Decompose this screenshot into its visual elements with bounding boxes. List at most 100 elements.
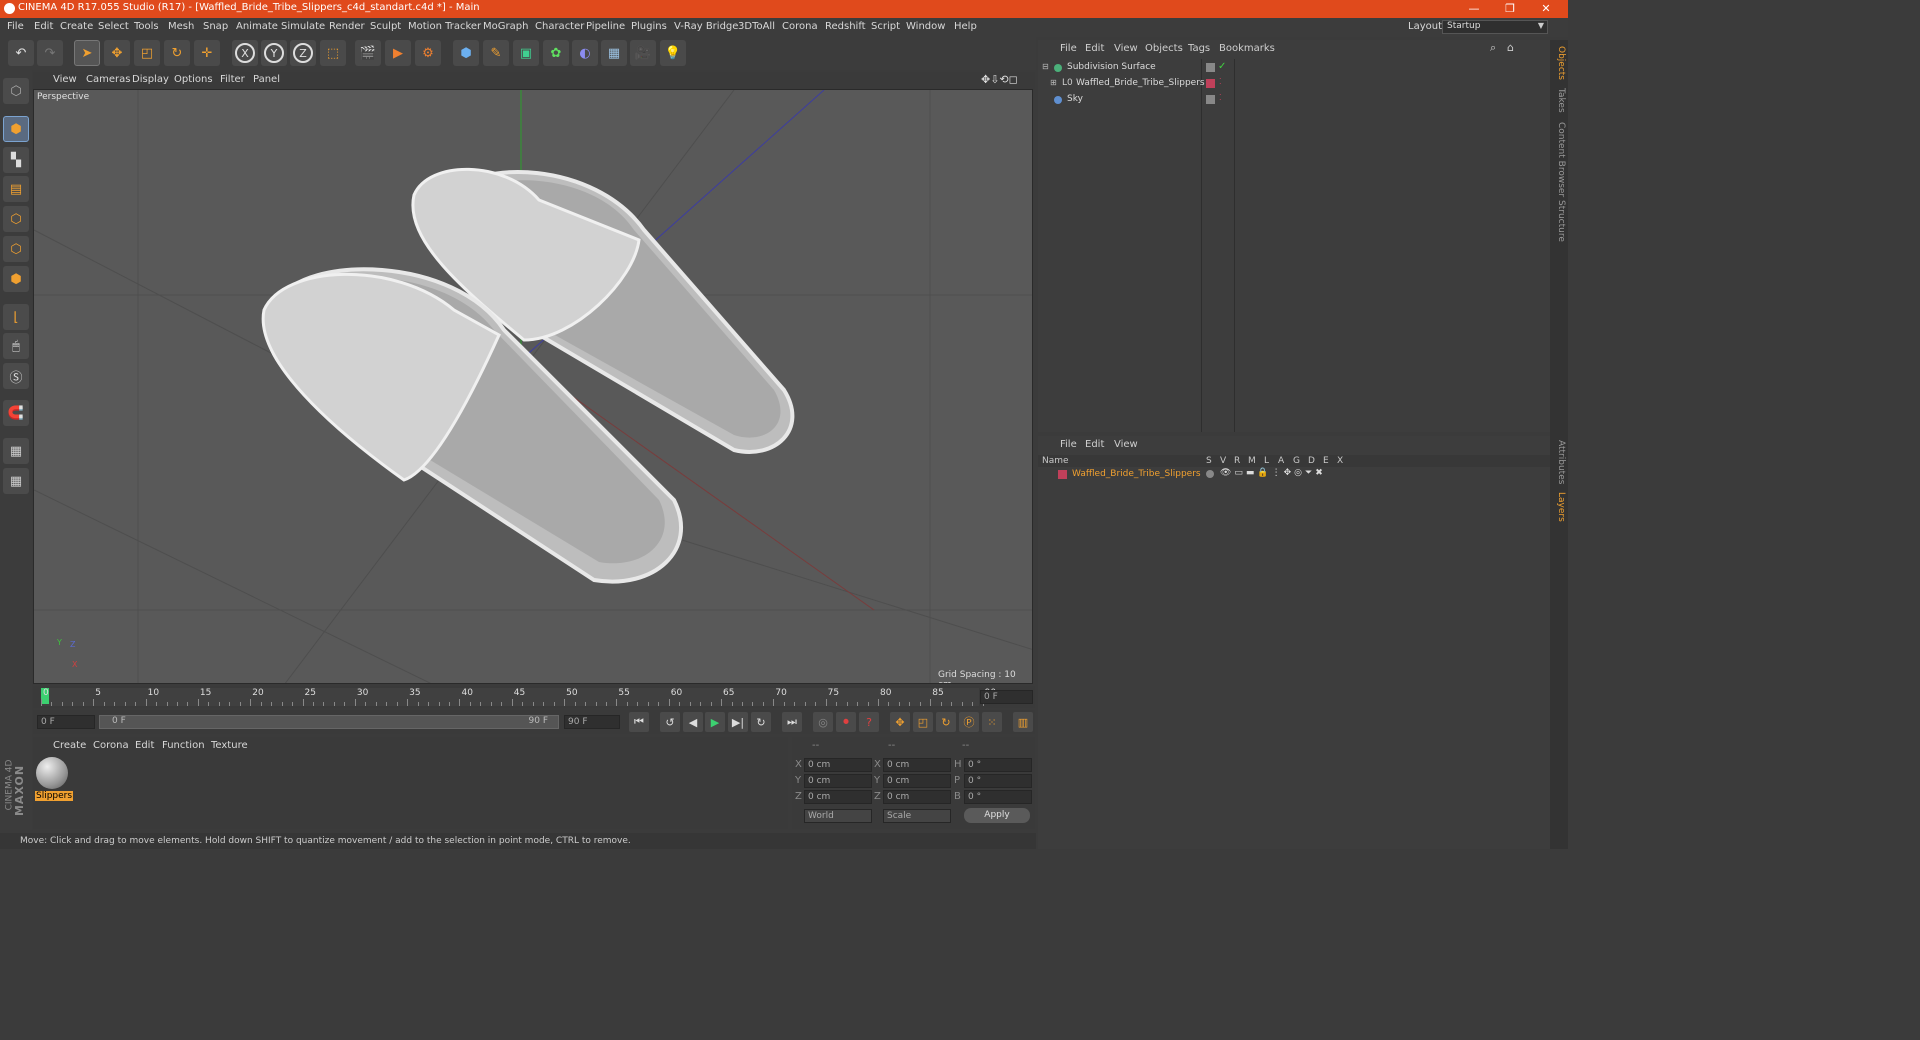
key-scale-icon[interactable]: ◰ [913, 712, 933, 732]
x-axis-icon[interactable]: X [232, 40, 258, 66]
obj-menu-file[interactable]: File [1060, 43, 1077, 54]
minimize-button[interactable]: — [1454, 0, 1494, 18]
subdivision-nurbs-icon[interactable]: ▣ [513, 40, 539, 66]
frame-range-slider[interactable]: 0 F 90 F [99, 715, 559, 729]
layer-row[interactable]: Waffled_Bride_Tribe_Slippers 👁▭▬🔒⋮✥◎⏷✖ [1038, 468, 1550, 484]
tab-structure[interactable]: Structure [1552, 200, 1566, 242]
coord-mode-select[interactable]: World [804, 809, 872, 823]
apply-button[interactable]: Apply [964, 808, 1030, 823]
y-axis-icon[interactable]: Y [261, 40, 287, 66]
menu-simulate[interactable]: Simulate [281, 21, 325, 32]
menu-redshift[interactable]: Redshift [825, 21, 866, 32]
scale-icon[interactable]: ◰ [134, 40, 160, 66]
tab-objects[interactable]: Objects [1552, 46, 1566, 80]
object-row-subdivision[interactable]: ⊟ Subdivision Surface ✓ [1038, 61, 1550, 77]
enabled-check-icon[interactable]: ✓ [1218, 61, 1226, 72]
tree-expand-icon[interactable]: ⊟ [1042, 62, 1049, 71]
timeline-ruler[interactable]: 051015202530354045505560657075808590 0 F [33, 686, 1035, 708]
mat-menu-create[interactable]: Create [53, 740, 86, 751]
menu-edit[interactable]: Edit [34, 21, 53, 32]
edit-render-settings-icon[interactable]: ⚙ [415, 40, 441, 66]
menu-character[interactable]: Character [535, 21, 584, 32]
play-icon[interactable]: ▶ [705, 712, 725, 732]
obj-menu-objects[interactable]: Objects [1145, 43, 1183, 54]
pos-y-field[interactable]: 0 cm [804, 774, 872, 788]
col-g[interactable]: G [1293, 456, 1300, 466]
search-icon[interactable]: ⌕ [1490, 41, 1496, 55]
col-v[interactable]: V [1220, 456, 1226, 466]
viewport-perspective[interactable]: Perspective Grid Spacing : 10 cm Y Z X [33, 89, 1033, 684]
menu-plugins[interactable]: Plugins [631, 21, 667, 32]
obj-menu-edit[interactable]: Edit [1085, 43, 1104, 54]
light-icon[interactable]: 💡 [660, 40, 686, 66]
go-to-start-icon[interactable]: ⏮ [629, 712, 649, 732]
step-back-icon[interactable]: ◀ [683, 712, 703, 732]
key-param-icon[interactable]: Ⓟ [959, 712, 979, 732]
menu-sculpt[interactable]: Sculpt [370, 21, 401, 32]
menu-script[interactable]: Script [871, 21, 900, 32]
layer-solo-icon[interactable] [1206, 470, 1214, 478]
end-frame-field[interactable]: 90 F [564, 715, 620, 729]
array-icon[interactable]: ✿ [543, 40, 569, 66]
col-r[interactable]: R [1234, 456, 1240, 466]
key-rotation-icon[interactable]: ↻ [936, 712, 956, 732]
menu-snap[interactable]: Snap [203, 21, 228, 32]
go-to-end-icon[interactable]: ⏭ [782, 712, 802, 732]
render-view-icon[interactable]: 🎬 [355, 40, 381, 66]
size-z-field[interactable]: 0 cm [883, 790, 951, 804]
undo-icon[interactable]: ↶ [8, 40, 34, 66]
snap-mode-icon[interactable]: Ⓢ [3, 363, 29, 389]
obj-menu-bookmarks[interactable]: Bookmarks [1219, 43, 1275, 54]
loop-icon[interactable]: ↺ [660, 712, 680, 732]
menu-create[interactable]: Create [60, 21, 93, 32]
deformer-icon[interactable]: ◐ [572, 40, 598, 66]
rotate-icon[interactable]: ↻ [164, 40, 190, 66]
layer-color-icon[interactable] [1206, 79, 1215, 88]
mat-menu-edit[interactable]: Edit [135, 740, 154, 751]
autokey-icon[interactable]: ? [859, 712, 879, 732]
step-forward-icon[interactable]: ▶| [728, 712, 748, 732]
object-row-sky[interactable]: Sky ⁚ [1038, 93, 1550, 109]
menu-help[interactable]: Help [954, 21, 977, 32]
col-x[interactable]: X [1337, 456, 1343, 466]
keyframe-icon[interactable]: ◎ [813, 712, 833, 732]
menu-render[interactable]: Render [329, 21, 365, 32]
model-mode-icon[interactable]: ⬢ [3, 116, 29, 142]
tab-content-browser[interactable]: Content Browser [1552, 122, 1566, 197]
magnet-icon[interactable]: 🧲 [3, 400, 29, 426]
menu-vray-bridge[interactable]: V-Ray Bridge [674, 21, 738, 32]
menu-select[interactable]: Select [98, 21, 129, 32]
tab-attributes[interactable]: Attributes [1552, 440, 1566, 484]
move-icon[interactable]: ✥ [104, 40, 130, 66]
maximize-button[interactable]: ❐ [1490, 0, 1530, 18]
loop-end-icon[interactable]: ↻ [751, 712, 771, 732]
layer-menu-file[interactable]: File [1060, 439, 1077, 450]
tree-expand-icon[interactable]: ⊞ [1050, 78, 1057, 87]
cube-primitive-icon[interactable]: ⬢ [453, 40, 479, 66]
z-axis-icon[interactable]: Z [290, 40, 316, 66]
visibility-toggle-icon[interactable] [1206, 95, 1215, 104]
menu-animate[interactable]: Animate [236, 21, 278, 32]
vp-menu-panel[interactable]: Panel [253, 74, 280, 85]
col-name[interactable]: Name [1042, 456, 1069, 466]
polygons-mode-icon[interactable]: ⬢ [3, 266, 29, 292]
planar-workplane-icon[interactable]: ▦ [3, 468, 29, 494]
locked-workplane-icon[interactable]: ▦ [3, 438, 29, 464]
col-m[interactable]: M [1248, 456, 1256, 466]
layout-dropdown[interactable]: Startup ▼ [1442, 20, 1548, 34]
rot-p-field[interactable]: 0 ° [964, 774, 1032, 788]
mat-menu-corona[interactable]: Corona [93, 740, 129, 751]
make-editable-icon[interactable]: ⬡ [3, 78, 29, 104]
viewport-nav-icons[interactable]: ✥⇩⟲◻ [981, 73, 1018, 86]
record-icon[interactable]: ⏺ [836, 712, 856, 732]
coordinate-system-icon[interactable]: ⬚ [320, 40, 346, 66]
menu-3dtoall[interactable]: 3DToAll [738, 21, 775, 32]
tab-takes[interactable]: Takes [1552, 88, 1566, 113]
obj-menu-view[interactable]: View [1114, 43, 1138, 54]
col-s[interactable]: S [1206, 456, 1212, 466]
menu-window[interactable]: Window [906, 21, 945, 32]
select-arrow-icon[interactable]: ➤ [74, 40, 100, 66]
mat-menu-function[interactable]: Function [162, 740, 205, 751]
vp-menu-filter[interactable]: Filter [220, 74, 245, 85]
workplane-mode-icon[interactable]: ▤ [3, 176, 29, 202]
